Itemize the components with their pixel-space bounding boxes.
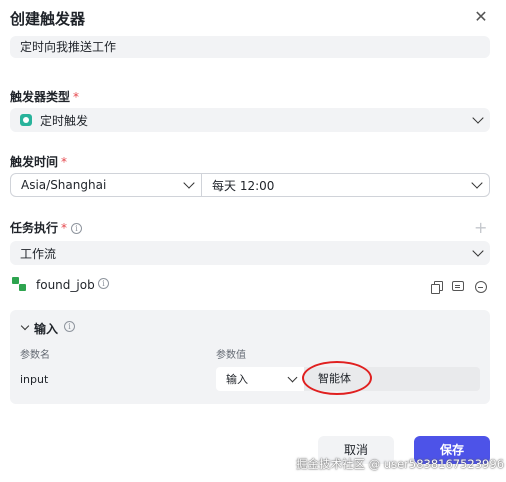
remove-icon[interactable] (475, 281, 487, 293)
input-panel-title[interactable]: 输入 (34, 320, 58, 337)
info-icon[interactable]: i (64, 321, 75, 332)
copy-icon[interactable] (430, 281, 443, 294)
trigger-time-label: 触发时间 * (10, 155, 68, 169)
param-mode-value: 输入 (226, 373, 248, 386)
chevron-down-icon[interactable] (20, 321, 30, 331)
close-icon[interactable]: ✕ (472, 8, 490, 26)
task-label: 任务执行 * i (10, 219, 83, 236)
executor-select[interactable]: 工作流 (10, 241, 490, 265)
workflow-name: found_job (36, 278, 95, 292)
timezone-select[interactable]: Asia/Shanghai (10, 173, 202, 197)
chevron-down-icon (472, 245, 484, 257)
dialog-title: 创建触发器 (10, 10, 86, 28)
trigger-type-value: 定时触发 (40, 113, 89, 128)
chevron-down-icon (472, 112, 484, 124)
param-value-input[interactable]: 智能体 (304, 367, 480, 391)
info-icon[interactable]: i (98, 278, 109, 289)
trigger-type-label: 触发器类型 * (10, 90, 80, 104)
add-task-icon[interactable]: + (474, 218, 487, 237)
timezone-value: Asia/Shanghai (21, 178, 107, 192)
chevron-down-icon (471, 177, 483, 189)
workflow-icon (12, 277, 26, 291)
param-mode-select[interactable]: 输入 (216, 367, 304, 391)
param-value-header: 参数值 (216, 350, 246, 361)
schedule-select[interactable]: 每天 12:00 (202, 173, 490, 197)
input-panel: 输入 i 参数名 参数值 input 输入 智能体 (10, 310, 490, 404)
timer-icon (20, 114, 32, 126)
info-icon[interactable]: i (71, 223, 83, 234)
param-name-header: 参数名 (20, 350, 50, 361)
required-mark: * (61, 221, 68, 235)
comment-icon[interactable] (452, 281, 464, 291)
required-mark: * (73, 90, 80, 104)
chevron-down-icon (183, 177, 195, 189)
chevron-down-icon (287, 372, 298, 383)
param-name: input (20, 373, 49, 386)
executor-value: 工作流 (20, 246, 57, 261)
schedule-value: 每天 12:00 (212, 178, 275, 193)
required-mark: * (61, 155, 68, 169)
watermark: 掘金技术社区 @ user5838167523996 (296, 457, 505, 471)
description-input[interactable]: 定时向我推送工作 (10, 36, 490, 58)
trigger-type-select[interactable]: 定时触发 (10, 108, 490, 132)
